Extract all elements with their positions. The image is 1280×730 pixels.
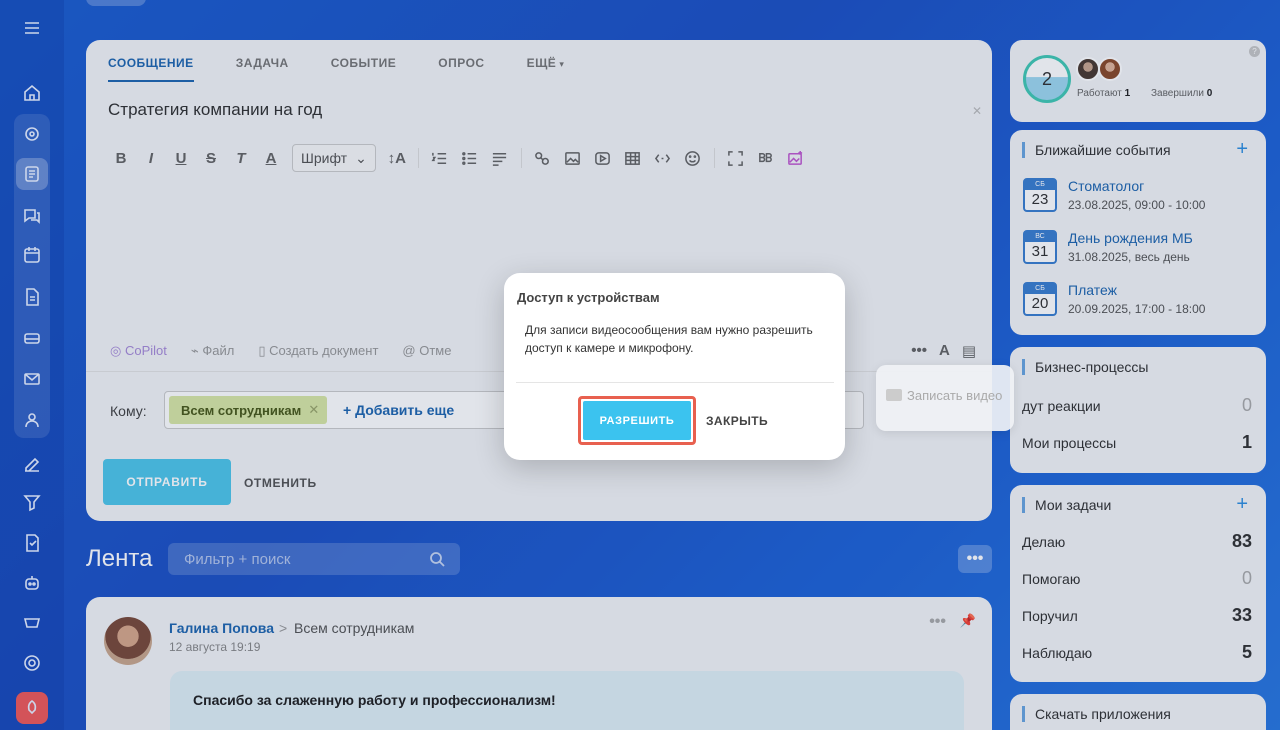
record-video-label[interactable]: Записать видео	[907, 388, 1002, 403]
record-video-popup: Записать видео	[876, 365, 1014, 431]
device-access-dialog: Доступ к устройствам Для записи видеосоо…	[504, 273, 845, 460]
dialog-divider	[516, 382, 834, 383]
dialog-title: Доступ к устройствам	[517, 290, 660, 305]
close-button[interactable]: ЗАКРЫТЬ	[706, 414, 768, 428]
camera-icon	[886, 389, 902, 401]
dialog-text: Для записи видеосообщения вам нужно разр…	[525, 323, 813, 355]
allow-button[interactable]: РАЗРЕШИТЬ	[583, 401, 691, 440]
